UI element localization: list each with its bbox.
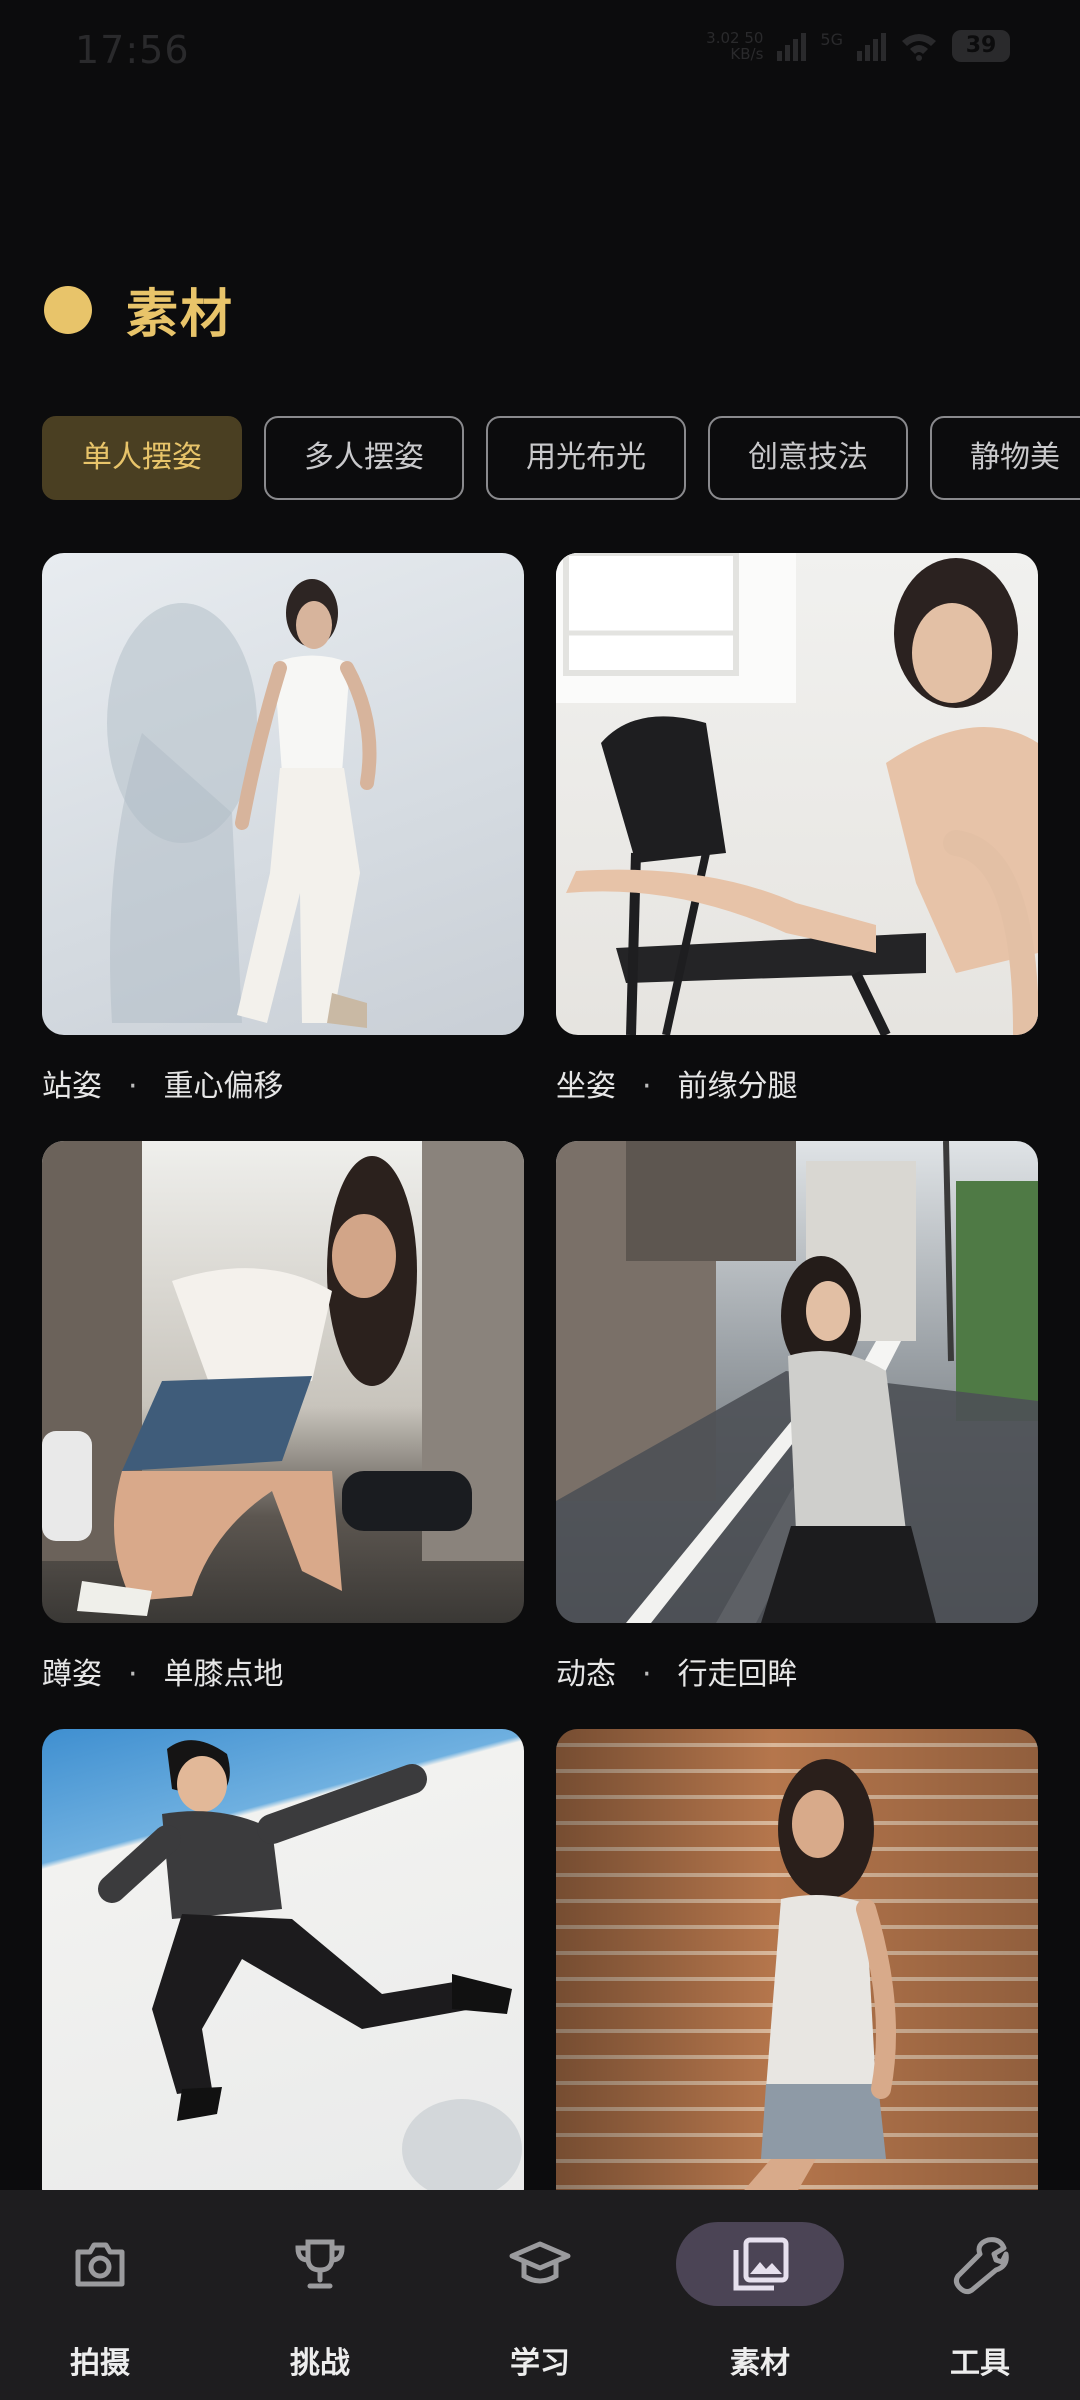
- tab-group-pose[interactable]: 多人摆姿: [264, 416, 464, 500]
- camera-icon: [75, 2242, 125, 2287]
- tab-creative-technique[interactable]: 创意技法: [708, 416, 908, 500]
- material-photo[interactable]: [556, 1141, 1038, 1623]
- material-caption: 动态 · 行走回眸: [556, 1657, 798, 1692]
- material-photo[interactable]: [556, 1729, 1038, 2211]
- material-card[interactable]: [556, 1729, 1038, 2211]
- material-card[interactable]: 动态 · 行走回眸: [556, 1141, 1038, 1692]
- material-photo[interactable]: [42, 1141, 524, 1623]
- tab-lighting[interactable]: 用光布光: [486, 416, 686, 500]
- battery-icon: 39: [952, 30, 1010, 62]
- trophy-icon: [295, 2239, 345, 2289]
- nav-label: 拍摄: [70, 2346, 130, 2381]
- cellular-signal-2-icon: [857, 31, 886, 61]
- section-header: 素材: [44, 272, 234, 347]
- status-time: 17:56: [75, 28, 190, 72]
- wrench-icon: [953, 2237, 1009, 2295]
- nav-label: 素材: [730, 2346, 790, 2381]
- nav-item-challenge[interactable]: 挑战: [235, 2190, 405, 2400]
- nav-label: 挑战: [290, 2346, 350, 2381]
- cellular-signal-icon: [777, 31, 807, 61]
- nav-item-materials[interactable]: 素材: [675, 2190, 845, 2400]
- squat-pose-photo: [42, 1141, 524, 1616]
- nav-item-learn[interactable]: 学习: [455, 2190, 625, 2400]
- walking-pose-photo: [556, 1141, 1038, 1623]
- nav-label: 学习: [510, 2346, 570, 2381]
- nav-label: 工具: [950, 2346, 1010, 2381]
- material-card[interactable]: 站姿 · 重心偏移: [42, 553, 524, 1104]
- tab-still-life[interactable]: 静物美: [930, 416, 1080, 500]
- nav-item-tools[interactable]: 工具: [895, 2190, 1065, 2400]
- material-card[interactable]: [42, 1729, 524, 2211]
- material-caption: 站姿 · 重心偏移: [42, 1069, 284, 1104]
- tab-single-pose[interactable]: 单人摆姿: [42, 416, 242, 500]
- section-dot-icon: [44, 285, 92, 334]
- wifi-icon: [902, 34, 936, 61]
- signal-type-label: 5G: [820, 30, 843, 49]
- status-icons: 3.02 50 KB/s 5G 39: [706, 30, 1010, 62]
- material-card[interactable]: 坐姿 · 前缘分腿: [556, 553, 1038, 1104]
- material-photo[interactable]: [42, 1729, 524, 2211]
- brick-wall-pose-photo: [556, 1729, 1038, 2211]
- network-speed: 3.02 50 KB/s: [706, 29, 764, 63]
- jumping-pose-photo: [98, 1740, 522, 2199]
- nav-item-capture[interactable]: 拍摄: [15, 2190, 185, 2400]
- material-photo[interactable]: [42, 553, 524, 1035]
- gallery-icon: [733, 2237, 789, 2291]
- sitting-pose-photo: [556, 553, 1038, 1035]
- material-caption: 坐姿 · 前缘分腿: [556, 1069, 798, 1104]
- graduation-cap-icon: [509, 2241, 571, 2284]
- status-bar: 17:56 3.02 50 KB/s 5G 39: [0, 0, 1080, 110]
- material-caption: 蹲姿 · 单膝点地: [42, 1657, 284, 1692]
- material-card[interactable]: 蹲姿 · 单膝点地: [42, 1141, 524, 1692]
- material-photo[interactable]: [556, 553, 1038, 1035]
- standing-pose-photo: [107, 579, 377, 1028]
- category-tabs: 单人摆姿 多人摆姿 用光布光 创意技法 静物美: [42, 416, 1080, 500]
- bottom-navigation: 拍摄 挑战 学习 素材 工具: [0, 2190, 1080, 2400]
- page-title: 素材: [126, 285, 235, 345]
